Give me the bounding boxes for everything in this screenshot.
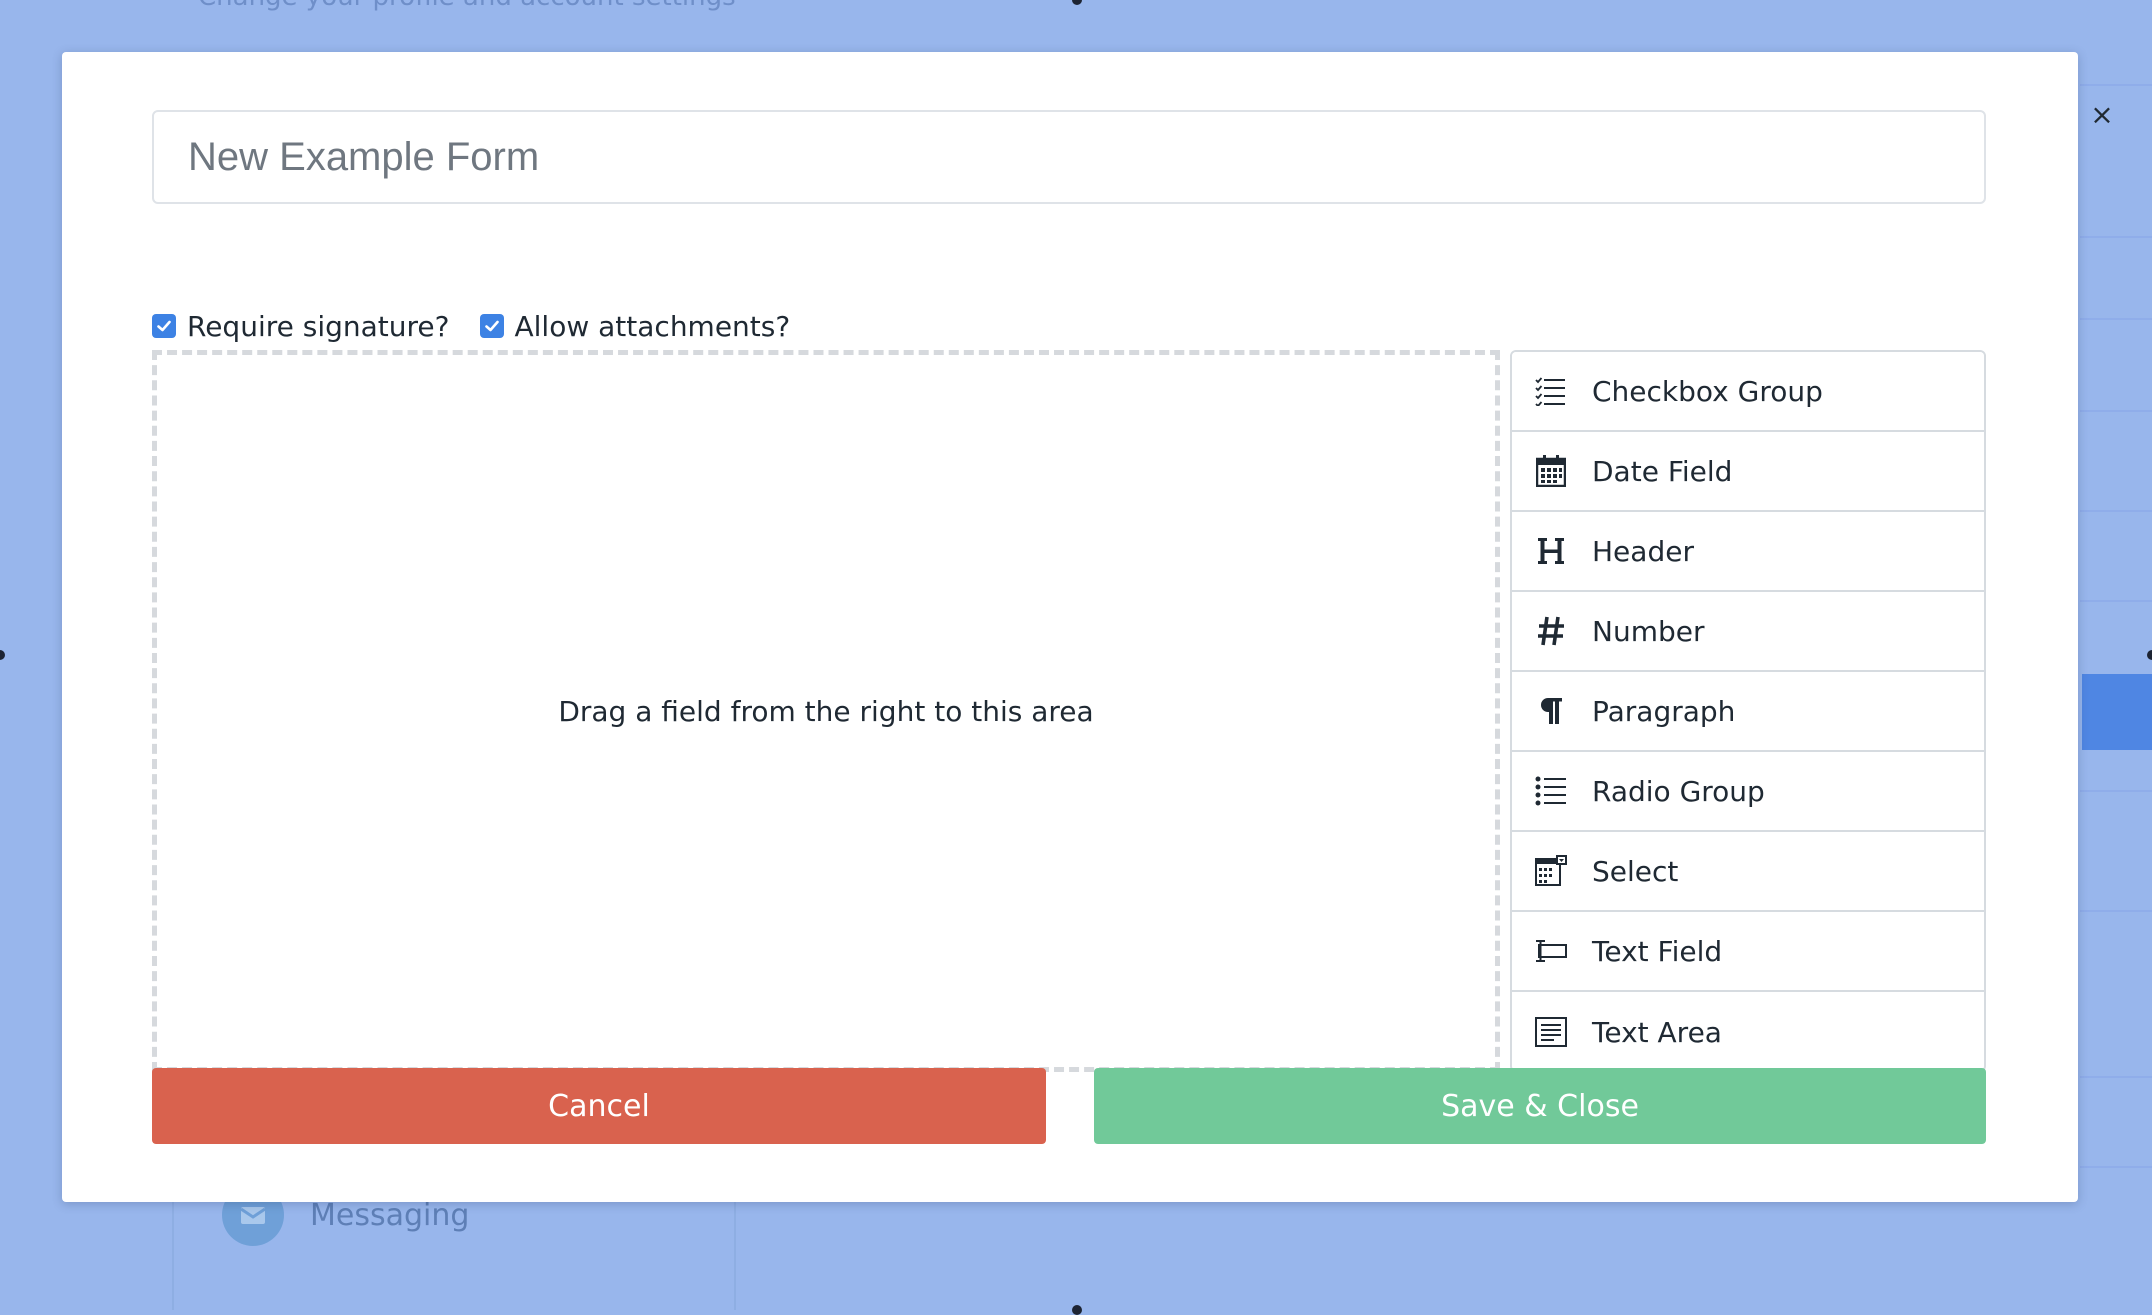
field-option-label: Checkbox Group	[1592, 374, 1823, 408]
drop-zone-hint: Drag a field from the right to this area	[558, 694, 1094, 728]
field-option-header[interactable]: Header	[1512, 512, 1984, 592]
field-option-label: Select	[1592, 854, 1679, 888]
text-field-icon	[1534, 934, 1568, 968]
field-option-text-area[interactable]: Text Area	[1512, 992, 1984, 1070]
hash-icon	[1534, 614, 1568, 648]
field-drop-zone[interactable]: Drag a field from the right to this area	[152, 350, 1500, 1072]
resize-handle-left	[0, 650, 5, 660]
field-palette: Checkbox Group Date Field Header Number …	[1510, 350, 1986, 1072]
resize-handle-bottom	[1072, 1305, 1082, 1315]
field-option-text-field[interactable]: Text Field	[1512, 912, 1984, 992]
field-option-select[interactable]: Select	[1512, 832, 1984, 912]
cancel-button[interactable]: Cancel	[152, 1068, 1046, 1144]
text-area-icon	[1534, 1015, 1568, 1049]
field-option-paragraph[interactable]: Paragraph	[1512, 672, 1984, 752]
select-icon	[1534, 854, 1568, 888]
form-builder-modal: × Require signature? Allow attachments? …	[62, 52, 2114, 1202]
allow-attachments-checkbox[interactable]: Allow attachments?	[479, 309, 791, 343]
field-option-label: Paragraph	[1592, 694, 1736, 728]
field-option-label: Date Field	[1592, 454, 1733, 488]
field-option-label: Header	[1592, 534, 1694, 568]
form-title-input[interactable]	[152, 110, 1986, 204]
save-and-close-button[interactable]: Save & Close	[1094, 1068, 1986, 1144]
header-icon	[1534, 534, 1568, 568]
close-button[interactable]: ×	[2074, 86, 2130, 142]
require-signature-label: Require signature?	[187, 309, 450, 343]
checkmark-icon[interactable]	[479, 314, 504, 338]
form-options: Require signature? Allow attachments?	[152, 306, 820, 346]
resize-handle-top	[1072, 0, 1082, 5]
resize-handle-right	[2147, 650, 2152, 660]
background-right-column	[2080, 0, 2152, 1310]
field-option-label: Number	[1592, 614, 1705, 648]
paragraph-icon	[1534, 694, 1568, 728]
checkmark-icon[interactable]	[152, 314, 176, 338]
calendar-icon	[1534, 454, 1568, 488]
field-option-checkbox-group[interactable]: Checkbox Group	[1512, 352, 1984, 432]
require-signature-checkbox[interactable]: Require signature?	[152, 310, 450, 343]
background-active-item	[2082, 674, 2152, 750]
field-option-radio-group[interactable]: Radio Group	[1512, 752, 1984, 832]
background-page-subtitle: Change your profile and account settings	[198, 0, 736, 12]
field-option-number[interactable]: Number	[1512, 592, 1984, 672]
field-option-label: Radio Group	[1592, 774, 1765, 808]
field-option-label: Text Area	[1592, 1015, 1722, 1049]
radio-list-icon	[1534, 774, 1568, 808]
messaging-label: Messaging	[310, 1197, 470, 1233]
checkbox-group-icon	[1534, 374, 1568, 408]
field-option-date-field[interactable]: Date Field	[1512, 432, 1984, 512]
allow-attachments-label: Allow attachments?	[514, 309, 791, 343]
field-option-label: Text Field	[1592, 934, 1723, 968]
